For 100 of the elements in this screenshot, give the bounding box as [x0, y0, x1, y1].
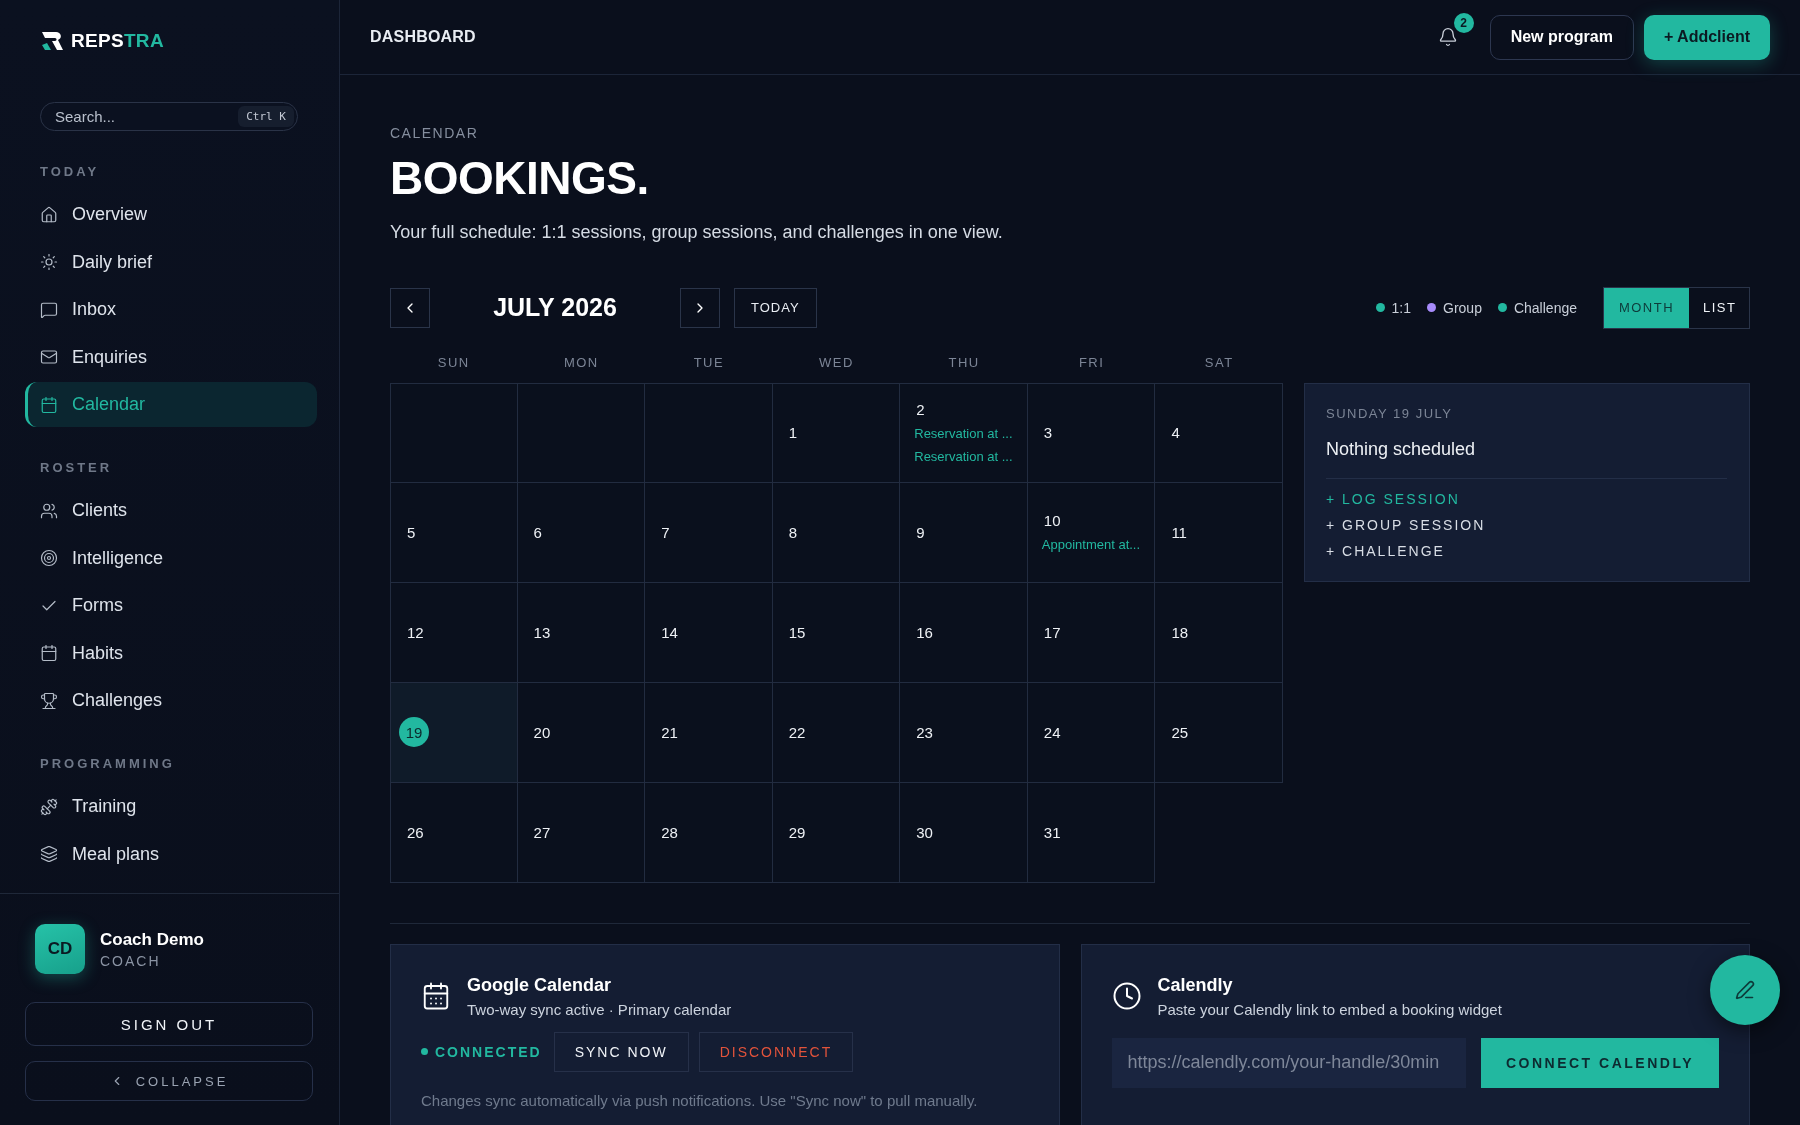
user-role: COACH	[100, 952, 162, 969]
search-field[interactable]: Search... Ctrl K	[40, 102, 298, 131]
sync-note: Changes sync automatically via push notifications. Use "Sync now" to pull manually.	[421, 1091, 979, 1109]
day-cell[interactable]: 26	[390, 782, 518, 883]
day-number: 8	[787, 523, 798, 541]
new-program-button[interactable]: New program	[1489, 14, 1634, 60]
day-number: 22	[787, 723, 806, 741]
nav-item[interactable]: Inbox	[25, 287, 317, 332]
day-cell[interactable]: 19	[390, 682, 518, 783]
day-number: 1	[787, 424, 798, 442]
day-cell[interactable]: 5	[390, 482, 518, 583]
day-number: 30	[915, 823, 933, 841]
legend-label: Challenge	[1513, 299, 1577, 316]
day-cell[interactable]: 17	[1027, 582, 1156, 683]
day-cell[interactable]: 27	[517, 782, 646, 883]
day-cell[interactable]: 1	[772, 382, 901, 483]
day-cell[interactable]: 8	[772, 482, 901, 583]
day-cell[interactable]: 29	[772, 782, 901, 883]
day-cell[interactable]: 7	[645, 482, 773, 583]
day-cell[interactable]: 4	[1155, 382, 1283, 483]
card-title: Calendly	[1157, 974, 1234, 996]
day-number: 14	[660, 623, 678, 641]
view-tab[interactable]: MONTH	[1604, 287, 1689, 328]
add-action-link[interactable]: + CHALLENGE	[1326, 542, 1727, 559]
nav-item[interactable]: Meal plans	[25, 831, 317, 877]
day-cell[interactable]: 31	[1027, 782, 1156, 883]
weekday-label: SAT	[1203, 354, 1235, 372]
bell-icon[interactable]	[1437, 27, 1458, 47]
nav-item[interactable]: Clients	[25, 488, 317, 533]
event-label[interactable]: Reservation at ...	[914, 426, 1027, 442]
month-label: JULY 2026	[492, 293, 618, 323]
nav-item[interactable]: Overview	[25, 192, 317, 237]
day-cell[interactable]: 13	[517, 582, 646, 683]
add-action-link[interactable]: + LOG SESSION	[1326, 490, 1727, 507]
nav-item[interactable]: Forms	[25, 583, 317, 628]
nav-item[interactable]: Calendar	[25, 382, 317, 427]
day-number: 29	[787, 823, 806, 841]
day-cell[interactable]: 9	[900, 482, 1028, 583]
weekday-label: TUE	[692, 354, 726, 372]
day-cell[interactable]: 22	[772, 682, 901, 783]
nav-item[interactable]: Enquiries	[25, 334, 317, 380]
day-number: 4	[1170, 424, 1180, 442]
day-cell[interactable]: 28	[645, 782, 773, 883]
nav-item[interactable]: Training	[25, 784, 317, 829]
weekday-label: THU	[947, 354, 981, 372]
nav-item[interactable]: Habits	[25, 630, 317, 676]
sync-button[interactable]: SYNC NOW	[553, 1031, 689, 1072]
weekday-label: MON	[562, 354, 600, 372]
day-cell[interactable]: 18	[1155, 582, 1283, 683]
day-cell[interactable]: 23	[900, 682, 1028, 783]
day-cell[interactable]: 16	[900, 582, 1028, 683]
clock-icon	[1111, 981, 1142, 1012]
search-input[interactable]: Search...	[53, 107, 213, 126]
event-label[interactable]: Reservation at ...	[914, 449, 1027, 465]
legend-label: Group	[1443, 299, 1482, 316]
day-cell[interactable]: 30	[900, 782, 1028, 883]
add-action-link[interactable]: + GROUP SESSION	[1326, 516, 1727, 533]
add-client-button[interactable]: + Addclient	[1643, 14, 1770, 60]
day-cell[interactable]: 6	[517, 482, 646, 583]
day-number: 18	[1170, 623, 1189, 641]
nav-item[interactable]: Challenges	[25, 678, 317, 723]
day-cell[interactable]: 20	[517, 682, 646, 783]
page-subtitle: Your full schedule: 1:1 sessions, group sessions, and challenges in one view.	[390, 221, 1004, 243]
day-cell[interactable]: 14	[645, 582, 773, 683]
sign-out-button[interactable]: SIGN OUT	[25, 1002, 313, 1046]
day-cell[interactable]: 25	[1155, 682, 1283, 783]
layers-icon	[40, 845, 58, 863]
connect-button[interactable]: CONNECT CALENDLY	[1480, 1037, 1719, 1088]
page-eyebrow: CALENDAR	[390, 125, 480, 141]
day-cell[interactable]: 15	[772, 582, 901, 683]
card-subtitle: Two-way sync active · Primary calendar	[467, 1000, 732, 1018]
day-number: 24	[1042, 723, 1061, 741]
day-number: 19	[399, 717, 429, 748]
trophy-icon	[40, 691, 58, 710]
header-title: DASHBOARD	[370, 28, 476, 46]
nav-item[interactable]: Daily brief	[25, 239, 317, 285]
day-cell[interactable]: 2 Reservation at ... Reservation at ...	[900, 382, 1028, 483]
day-cell[interactable]: 21	[645, 682, 773, 783]
today-button[interactable]: TODAY	[734, 287, 817, 328]
section-title: PROGRAMMING	[39, 756, 176, 771]
disconnect-button[interactable]: DISCONNECT	[698, 1031, 854, 1072]
card-title: Google Calendar	[467, 974, 613, 996]
collapse-button[interactable]: COLLAPSE	[25, 1061, 313, 1101]
calendar-icon	[40, 644, 58, 662]
day-number: 28	[660, 823, 678, 841]
day-cell[interactable]: 12	[390, 582, 518, 683]
day-cell[interactable]: 10 Appointment at...	[1027, 482, 1156, 583]
day-cell[interactable]: 24	[1027, 682, 1156, 783]
calendar-icon	[40, 395, 58, 414]
day-number: 5	[406, 523, 416, 541]
panel-date: SUNDAY 19 JULY	[1326, 405, 1454, 421]
day-cell[interactable]: 3	[1027, 382, 1156, 483]
day-number: 26	[406, 823, 424, 841]
event-label[interactable]: Appointment at...	[1041, 537, 1155, 553]
nav-item[interactable]: Intelligence	[25, 535, 317, 581]
url-input-field[interactable]: https://calendly.com/your-handle/30min	[1111, 1037, 1466, 1088]
day-number: 21	[660, 723, 678, 741]
weekday-label: WED	[818, 354, 855, 372]
section-title: ROSTER	[39, 460, 114, 475]
day-cell[interactable]: 11	[1155, 482, 1283, 583]
